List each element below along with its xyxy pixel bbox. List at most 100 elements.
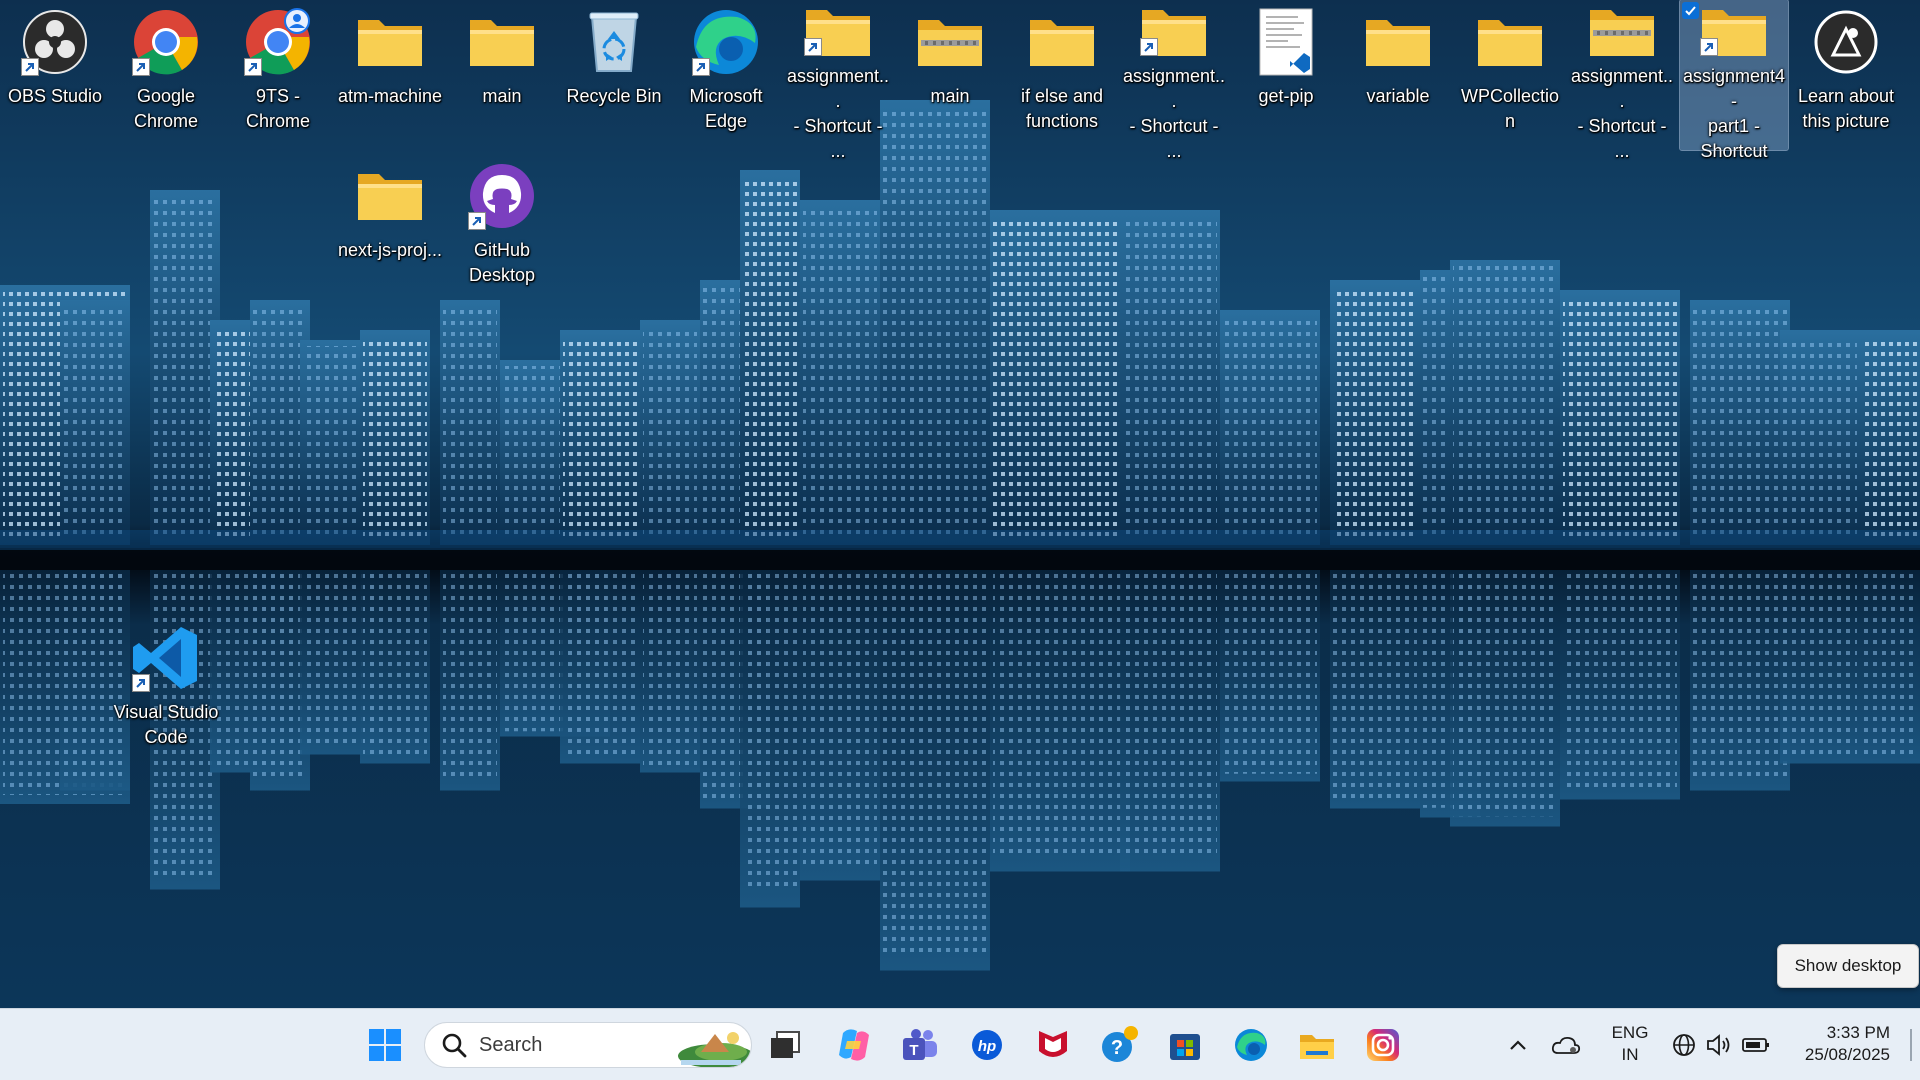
desktop-icon-9ts-chrome[interactable]: 9TS - Chrome xyxy=(224,0,332,150)
skyline-windows xyxy=(803,206,877,541)
input-language-indicator[interactable]: ENG IN xyxy=(1604,1022,1656,1066)
skyline-reflection-windows xyxy=(1863,574,1917,757)
svg-text:T: T xyxy=(909,1042,918,1059)
edge-button[interactable] xyxy=(1224,1019,1278,1071)
desktop-icon-assignment-shortcut[interactable]: assignment... - Shortcut - ... xyxy=(784,0,892,161)
chevron-up-icon xyxy=(1510,1040,1526,1050)
shortcut-arrow-icon xyxy=(132,674,150,692)
desktop-icon-label: Visual Studio Code xyxy=(113,702,219,747)
start-button[interactable] xyxy=(358,1019,412,1071)
skyline-windows xyxy=(993,216,1127,541)
chrome-icon xyxy=(128,4,204,80)
help-icon: ? xyxy=(1102,1026,1138,1062)
desktop-icon-label: Microsoft Edge xyxy=(689,86,763,131)
skyline-reflection-windows xyxy=(1563,574,1677,791)
desktop-icon-label: if else and functions xyxy=(1020,86,1104,131)
svg-text:hp: hp xyxy=(978,1038,996,1055)
desktop-icon-microsoft-edge[interactable]: Microsoft Edge xyxy=(672,0,780,150)
onedrive-button[interactable] xyxy=(1546,1019,1586,1071)
task-view-button[interactable] xyxy=(758,1019,812,1071)
vscode-icon xyxy=(128,620,204,696)
desktop-icon-atm-machine[interactable]: atm-machine xyxy=(336,0,444,150)
desktop-icon-label: main xyxy=(482,86,522,106)
shortcut-arrow-icon xyxy=(244,58,262,76)
desktop-icon-main[interactable]: main xyxy=(896,0,1004,150)
skyline-windows xyxy=(153,196,217,541)
volume-icon xyxy=(1707,1034,1730,1056)
desktop-icon-label: WPCollection xyxy=(1460,86,1560,131)
edge-icon xyxy=(688,4,764,80)
hp-button[interactable]: hp xyxy=(960,1019,1014,1071)
desktop-icon-label: atm-machine xyxy=(337,86,443,106)
desktop-icon-label: 9TS - Chrome xyxy=(245,86,311,131)
desktop-icon-google-chrome[interactable]: Google Chrome xyxy=(112,0,220,150)
desktop-icon-label: assignment... - Shortcut - ... xyxy=(1122,66,1226,161)
skyline-windows xyxy=(253,306,307,541)
desktop-icon-next-js-proj[interactable]: next-js-proj... xyxy=(336,154,444,304)
desktop-icon-recycle-bin[interactable]: Recycle Bin xyxy=(560,0,668,150)
desktop-icon-assignment-shortcut[interactable]: assignment... - Shortcut - ... xyxy=(1120,0,1228,161)
desktop-icon-label: GitHub Desktop xyxy=(468,240,536,285)
skyline-reflection-windows xyxy=(1453,574,1557,817)
desktop-icon-obs-studio[interactable]: OBS Studio xyxy=(1,0,109,150)
desktop-icon-label: get-pip xyxy=(1258,86,1314,106)
onedrive-cloud-icon xyxy=(1551,1036,1581,1054)
clock-time: 3:33 PM xyxy=(1826,1023,1890,1042)
recycle-bin-icon xyxy=(576,4,652,80)
copilot-icon xyxy=(839,1029,869,1061)
folder-icon xyxy=(1360,4,1436,80)
skyline-windows xyxy=(443,306,497,541)
desktop-icon-assignment-shortcut[interactable]: assignment... - Shortcut - ... xyxy=(1568,0,1676,161)
desktop-icon-variable[interactable]: variable xyxy=(1344,0,1452,150)
desktop-icon-wpcollection[interactable]: WPCollection xyxy=(1456,0,1564,150)
skyline-windows xyxy=(1123,216,1217,541)
folder-icon xyxy=(1696,4,1772,60)
desktop-icon-label: main xyxy=(930,86,970,106)
desktop-icon-label: OBS Studio xyxy=(7,86,103,106)
skyline-windows xyxy=(1223,316,1317,541)
desktop-icon-main[interactable]: main xyxy=(448,0,556,150)
skyline-reflection-windows xyxy=(1693,574,1787,783)
skyline-reflection-windows xyxy=(1333,574,1417,800)
folder-icon xyxy=(1472,4,1548,80)
get-help-button[interactable]: ? xyxy=(1093,1019,1147,1071)
search-icon xyxy=(442,1033,467,1058)
edge-icon xyxy=(1235,1029,1267,1061)
file-explorer-button[interactable] xyxy=(1290,1019,1344,1071)
skyline-reflection-windows xyxy=(253,574,307,783)
mcafee-button[interactable] xyxy=(1026,1019,1080,1071)
quick-settings-button[interactable] xyxy=(1668,1023,1774,1067)
desktop-icon-label: Google Chrome xyxy=(133,86,199,131)
skyline-windows xyxy=(743,176,797,541)
skyline-windows xyxy=(63,306,127,541)
skyline-windows xyxy=(643,326,697,541)
desktop-icon-github-desktop[interactable]: GitHub Desktop xyxy=(448,154,556,304)
desktop-icon-label: Recycle Bin xyxy=(566,86,662,106)
teams-icon: T xyxy=(903,1029,937,1060)
desktop-icon-learn-about-this-picture[interactable]: Learn about this picture xyxy=(1792,0,1900,150)
clock[interactable]: 3:33 PM 25/08/2025 xyxy=(1790,1022,1890,1066)
show-desktop-button[interactable] xyxy=(1910,1029,1912,1061)
chrome-profile-icon xyxy=(240,4,316,80)
teams-button[interactable]: T xyxy=(893,1019,947,1071)
python-file-icon xyxy=(1248,4,1324,80)
desktop-icon-label: assignment4- part1 - Shortcut xyxy=(1682,66,1786,161)
instagram-icon xyxy=(1367,1029,1399,1061)
copilot-button[interactable] xyxy=(827,1019,881,1071)
shortcut-arrow-icon xyxy=(468,212,486,230)
desktop-icon-if-else-and-functions[interactable]: if else and functions xyxy=(1008,0,1116,150)
folder-icon xyxy=(1024,4,1100,80)
skyline-reflection-windows xyxy=(883,574,987,953)
show-hidden-icons-button[interactable] xyxy=(1500,1019,1536,1071)
instagram-button[interactable] xyxy=(1356,1019,1410,1071)
store-button[interactable] xyxy=(1158,1019,1212,1071)
skyline-windows xyxy=(563,336,637,541)
show-desktop-tooltip: Show desktop xyxy=(1777,944,1919,988)
obs-icon xyxy=(17,4,93,80)
search-input[interactable]: Search xyxy=(424,1022,752,1068)
skyline-reflection-windows xyxy=(993,574,1127,859)
learn-picture-icon xyxy=(1808,4,1884,80)
desktop-icon-get-pip[interactable]: get-pip xyxy=(1232,0,1340,150)
desktop-icon-visual-studio-code[interactable]: Visual Studio Code xyxy=(112,616,220,766)
desktop-icon-assignment4-part1-shortcut[interactable]: assignment4- part1 - Shortcut xyxy=(1679,0,1789,161)
